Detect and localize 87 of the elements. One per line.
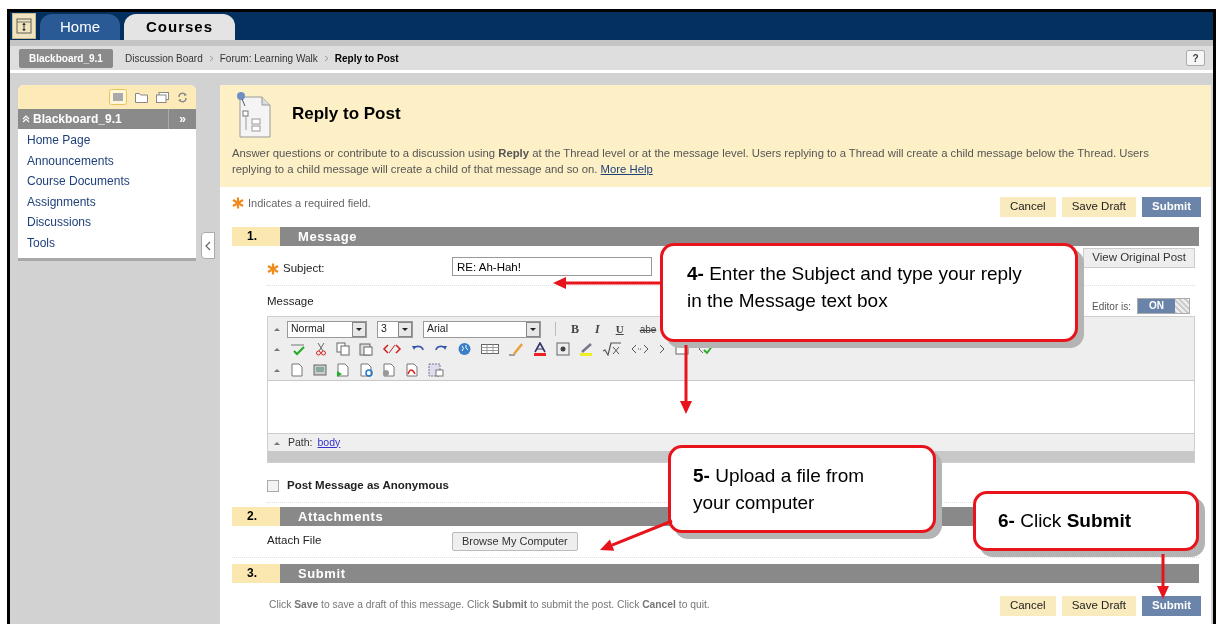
required-star-icon — [267, 262, 279, 275]
highlighter-icon — [579, 342, 593, 356]
chevron-left-icon — [205, 240, 211, 251]
field-label: Attach File — [267, 533, 323, 548]
caret-up-icon — [273, 326, 281, 332]
field-label: Subject: — [283, 261, 325, 276]
course-menu-link[interactable]: Assignments — [18, 190, 196, 211]
path-link[interactable]: body — [317, 434, 341, 451]
submit-button[interactable]: Submit — [1142, 197, 1201, 217]
breadcrumb-link[interactable]: Forum: Learning Walk — [219, 50, 318, 66]
section-number: 2. — [232, 507, 280, 526]
file-search-icon — [359, 363, 373, 377]
checkbox[interactable] — [267, 479, 279, 492]
code-icon — [631, 342, 649, 356]
required-star-icon — [232, 197, 244, 210]
course-title: Blackboard_9.1 — [33, 111, 122, 128]
section-header: Message — [280, 227, 1199, 246]
page-title: Reply to Post — [292, 103, 401, 126]
image-frame-icon — [556, 342, 570, 356]
windows-icon — [156, 91, 169, 103]
course-menu-link[interactable]: Course Documents — [18, 170, 196, 191]
grid-file-icon — [428, 363, 444, 377]
folder-icon — [135, 91, 148, 103]
chevron-right-icon — [208, 54, 214, 62]
callout-arrow — [1157, 554, 1169, 599]
course-menu-link[interactable]: Announcements — [18, 149, 196, 170]
subject-input[interactable]: RE: Ah-Hah! — [452, 257, 652, 276]
scissors-icon — [315, 342, 327, 356]
pencil-icon — [508, 342, 524, 356]
section-number: 3. — [232, 564, 280, 583]
font-size-select[interactable]: 3 — [377, 320, 413, 338]
collapse-menu-button[interactable] — [201, 232, 215, 259]
more-help-link[interactable]: More Help — [600, 163, 653, 175]
layout-toggle-button[interactable] — [12, 13, 36, 39]
resize-icon — [16, 18, 32, 34]
callout-arrow — [680, 345, 692, 414]
help-button[interactable]: ? — [1186, 50, 1205, 66]
checkbox-label: Post Message as Anonymous — [287, 477, 449, 493]
view-original-post-button[interactable]: View Original Post — [1083, 248, 1195, 268]
format-button[interactable]: U — [610, 320, 629, 338]
file-icon — [290, 363, 304, 377]
submit-instructions: Click Save to save a draft of this message. Click Submit to submit the post. Click Cancel to quit. — [269, 598, 710, 612]
page-description: Answer questions or contribute to a discussion using Reply at the Thread level or at the message level. Users replying to a Thread will create a child message below the Thread. Users replying to a child message will create a child of that message and so on. More Help — [232, 146, 1150, 177]
format-button[interactable]: abe — [634, 321, 662, 337]
path-label: Path: — [288, 434, 313, 450]
nav-tab[interactable]: Courses — [124, 14, 236, 40]
form-button[interactable]: Cancel — [999, 596, 1056, 616]
submit-button[interactable]: Submit — [1142, 596, 1201, 616]
editor-toggle-label: Editor is: — [1092, 299, 1131, 314]
required-note: Indicates a required field. — [248, 196, 371, 211]
list-view-icon — [109, 89, 127, 105]
course-menu-link[interactable]: Tools — [18, 231, 196, 252]
field-label: Message — [267, 293, 314, 309]
caret-up-icon — [273, 367, 281, 373]
format-button[interactable]: I — [590, 320, 605, 338]
image-icon — [313, 363, 327, 377]
course-menu-link[interactable]: Discussions — [18, 211, 196, 232]
unlink-icon — [382, 342, 402, 356]
pdf-file-icon — [405, 363, 419, 377]
course-menu-link[interactable]: Home Page — [18, 129, 196, 150]
globe-icon — [457, 342, 472, 356]
paragraph-style-select[interactable]: Normal — [287, 320, 367, 338]
section-number: 1. — [232, 227, 280, 246]
file-add-icon — [336, 363, 350, 377]
form-button[interactable]: Cancel — [999, 197, 1056, 217]
caret-up-icon — [273, 346, 281, 352]
chevron-right-icon — [658, 342, 666, 356]
chevron-right-icon — [323, 54, 329, 62]
editor-toggle[interactable]: ON — [1137, 298, 1190, 314]
refresh-icon — [177, 91, 188, 103]
section-header: Submit — [280, 564, 1199, 583]
double-caret-up-icon — [22, 115, 30, 123]
caret-up-icon — [273, 439, 281, 446]
font-family-select[interactable]: Arial — [423, 320, 541, 338]
form-button[interactable]: Save Draft — [1061, 596, 1136, 616]
copy-icon — [336, 342, 350, 356]
checkmark-icon — [290, 342, 306, 356]
square-root-icon — [602, 342, 622, 356]
nav-tab[interactable]: Home — [40, 14, 120, 40]
browse-button[interactable]: Browse My Computer — [452, 532, 578, 551]
file-audio-icon — [382, 363, 396, 377]
breadcrumb-link[interactable]: Discussion Board — [124, 50, 203, 66]
clipboard-icon — [359, 342, 373, 356]
font-color-icon — [533, 342, 547, 356]
form-button[interactable]: Save Draft — [1061, 197, 1136, 217]
table-icon — [481, 342, 499, 356]
format-button[interactable]: B — [566, 320, 584, 338]
